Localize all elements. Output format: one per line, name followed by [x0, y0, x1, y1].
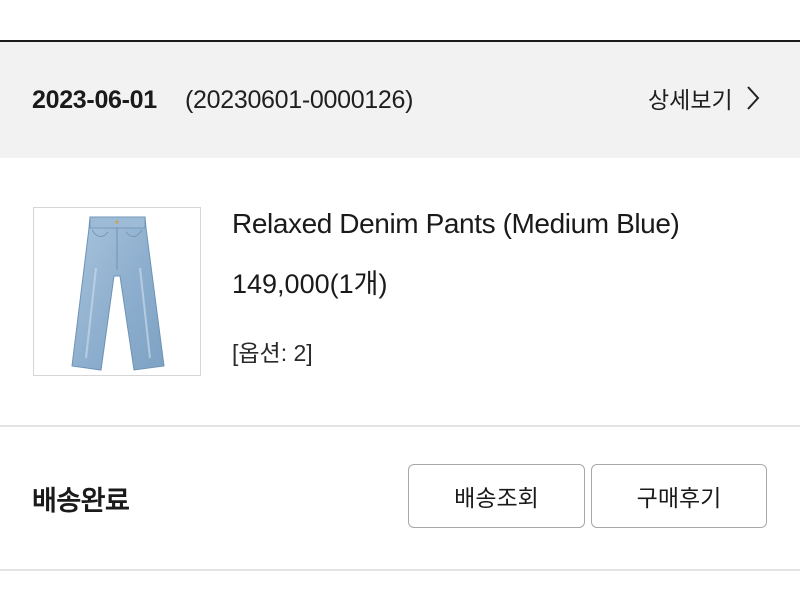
bottom-divider: [0, 569, 800, 571]
product-image[interactable]: [33, 207, 201, 376]
order-number: (20230601-0000126): [185, 86, 414, 114]
write-review-button[interactable]: 구매후기: [591, 464, 767, 528]
denim-pants-icon: [71, 216, 165, 371]
order-date: 2023-06-01: [32, 86, 157, 114]
product-option: [옵션: 2]: [232, 340, 313, 366]
product-price: 149,000(1개): [232, 269, 388, 299]
product-name[interactable]: Relaxed Denim Pants (Medium Blue): [232, 208, 680, 240]
view-details-label: 상세보기: [648, 87, 733, 113]
view-details-link[interactable]: 상세보기: [648, 82, 761, 114]
delivery-status: 배송완료: [32, 486, 130, 516]
track-delivery-button[interactable]: 배송조회: [408, 464, 585, 528]
section-divider: [0, 425, 800, 427]
chevron-right-icon: [746, 86, 759, 110]
